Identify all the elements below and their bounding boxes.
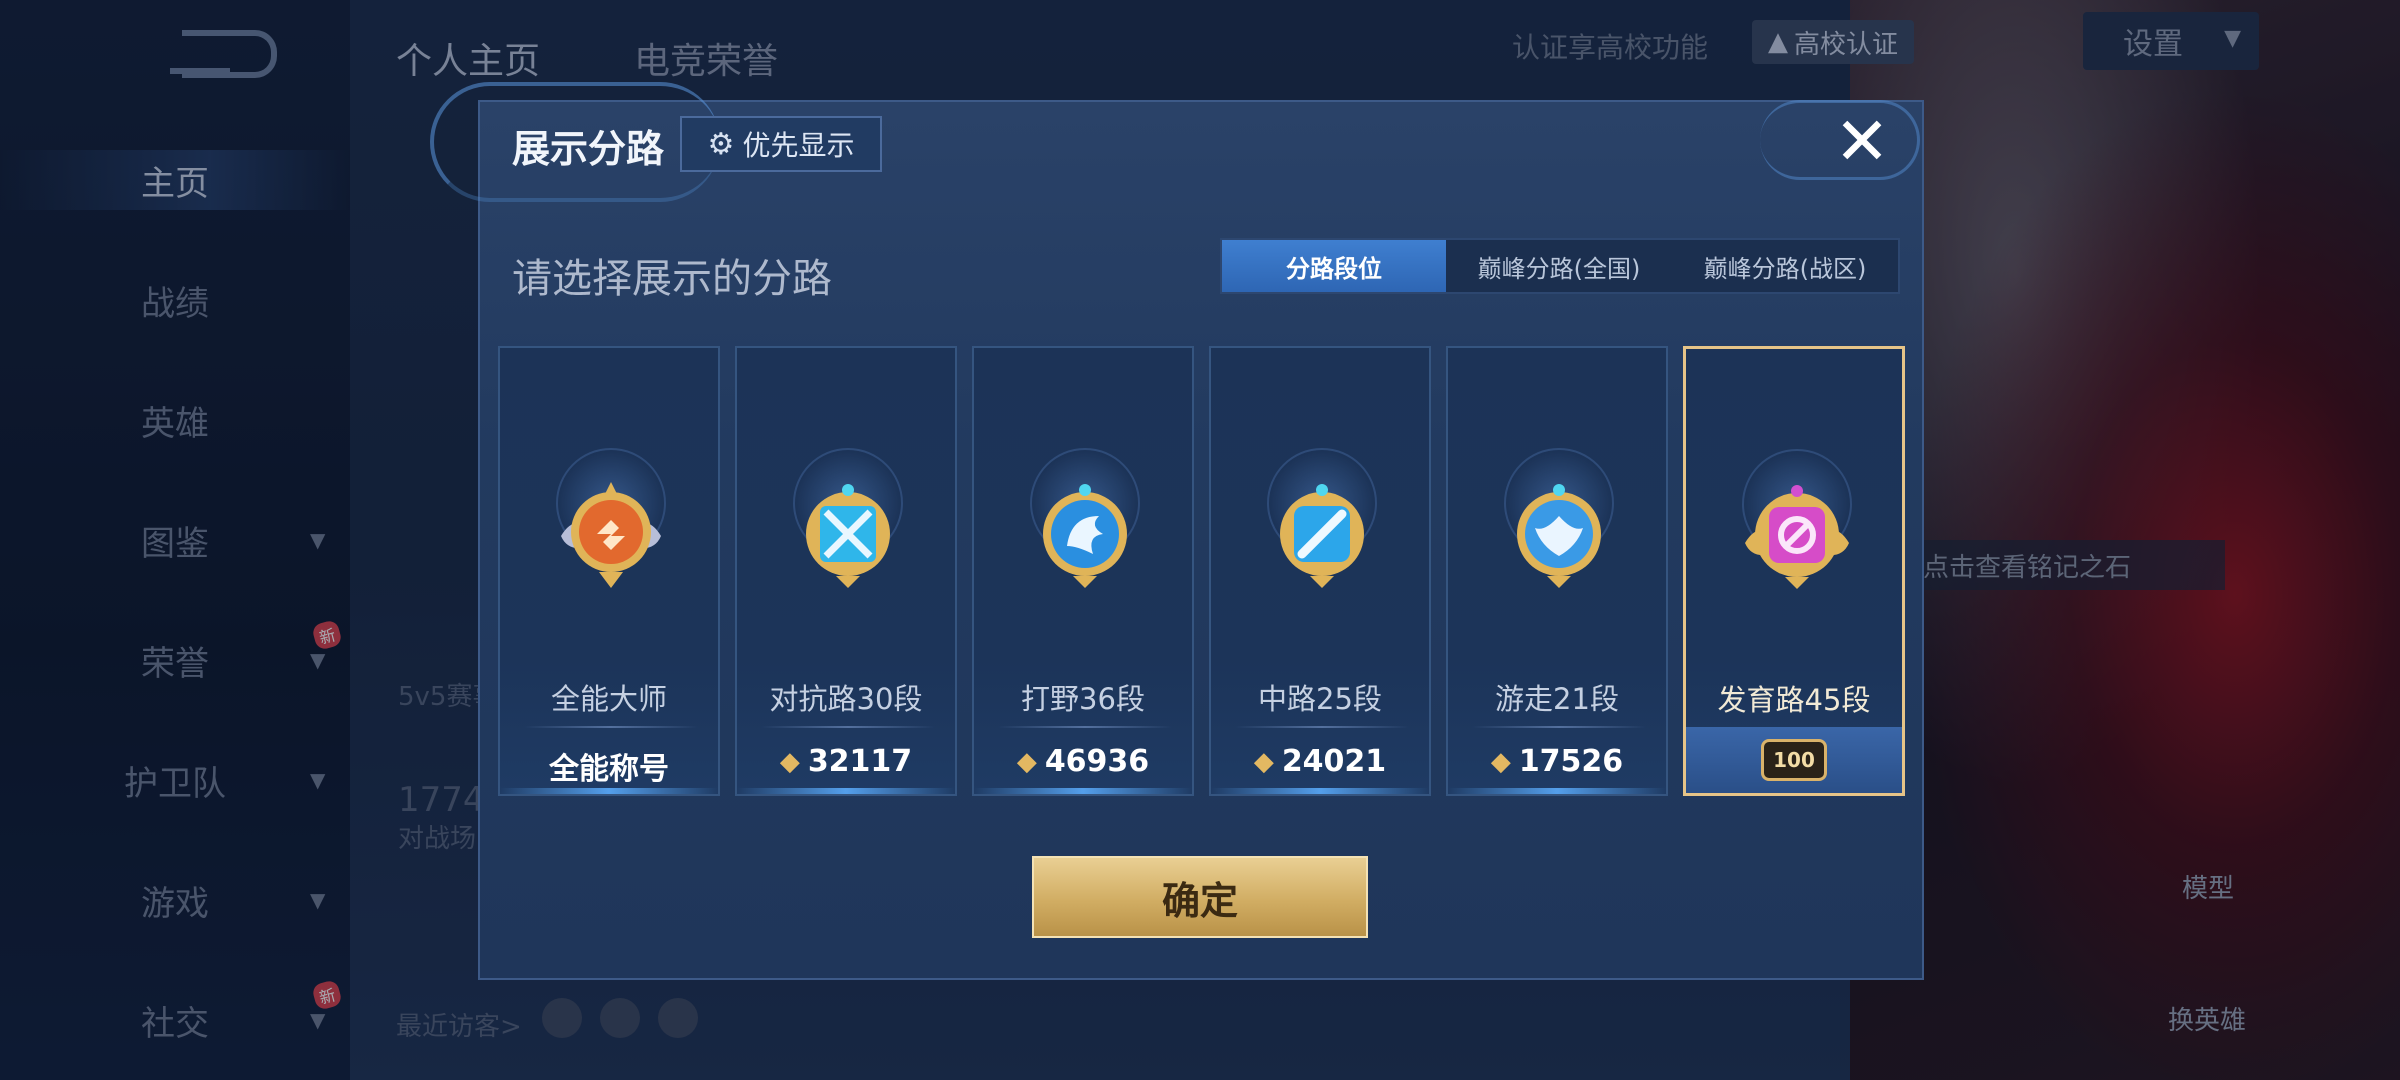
rank-points-icon: ◆ (779, 746, 800, 777)
dialog-subtitle: 请选择展示的分路 (512, 256, 832, 302)
tab-peak-national[interactable]: 巅峰分路(全国) (1446, 240, 1672, 292)
lane-card-jungle[interactable]: 打野36段 ◆ 46936 (972, 346, 1194, 796)
gear-icon: ⚙ (707, 126, 735, 162)
lane-card-value: 全能称号 (500, 744, 718, 788)
lane-card-roam[interactable]: 游走21段 ◆ 17526 (1446, 346, 1668, 796)
farm-lane-badge-icon (1745, 485, 1849, 589)
lane-card-value: ◆ 46936 (974, 744, 1192, 779)
priority-display-button[interactable]: ⚙ 优先显示 (680, 116, 882, 172)
jungle-badge-icon (1043, 484, 1127, 588)
lane-card-title: 对抗路30段 (769, 682, 923, 716)
tab-peak-region[interactable]: 巅峰分路(战区) (1672, 240, 1898, 292)
lane-card-all-rounder[interactable]: 全能大师 全能称号 (498, 346, 720, 796)
lane-card-value: ◆ 17526 (1448, 744, 1666, 779)
star-ribbon: 100 (1686, 727, 1902, 793)
rank-points-icon: ◆ (1253, 746, 1274, 777)
divider (998, 726, 1172, 728)
card-glow (500, 788, 718, 794)
rank-points-icon: ◆ (1016, 746, 1037, 777)
all-rounder-title-label: 全能称号 (549, 752, 669, 787)
rank-points-value: 24021 (1281, 744, 1387, 779)
divider (1235, 726, 1409, 728)
all-rounder-badge-icon (561, 482, 661, 588)
card-glow (737, 788, 955, 794)
rank-points-value: 32117 (807, 744, 913, 779)
roam-badge-icon (1517, 484, 1601, 588)
lane-card-mid[interactable]: 中路25段 ◆ 24021 (1209, 346, 1431, 796)
card-glow (974, 788, 1192, 794)
divider (761, 726, 935, 728)
priority-display-label: 优先显示 (742, 129, 855, 162)
divider (524, 726, 698, 728)
rank-points-value: 46936 (1044, 744, 1150, 779)
lane-tab-group: 分路段位 巅峰分路(全国) 巅峰分路(战区) (1220, 238, 1900, 294)
lane-card-title: 打野36段 (1021, 682, 1145, 716)
rank-points-value: 17526 (1518, 744, 1624, 779)
card-glow (1211, 788, 1429, 794)
lane-card-value: ◆ 24021 (1211, 744, 1429, 779)
divider (1472, 726, 1646, 728)
dialog-title: 展示分路 (512, 127, 665, 171)
card-glow (1448, 788, 1666, 794)
mid-lane-badge-icon (1280, 484, 1364, 588)
lane-card-title: 发育路45段 (1717, 683, 1871, 717)
clash-lane-badge-icon (806, 484, 890, 588)
lane-card-farm[interactable]: 发育路45段 100 (1683, 346, 1905, 796)
lane-card-value: ◆ 32117 (737, 744, 955, 779)
confirm-button[interactable]: 确定 (1032, 856, 1368, 938)
rank-points-icon: ◆ (1490, 746, 1511, 777)
close-icon[interactable]: ✕ (1830, 109, 1894, 175)
lane-card-title: 全能大师 (550, 682, 667, 716)
tab-lane-rank[interactable]: 分路段位 (1222, 240, 1446, 292)
star-count-badge: 100 (1761, 739, 1827, 781)
lane-card-title: 中路25段 (1258, 682, 1382, 716)
lane-card-clash[interactable]: 对抗路30段 ◆ 32117 (735, 346, 957, 796)
lane-card-title: 游走21段 (1495, 682, 1619, 716)
